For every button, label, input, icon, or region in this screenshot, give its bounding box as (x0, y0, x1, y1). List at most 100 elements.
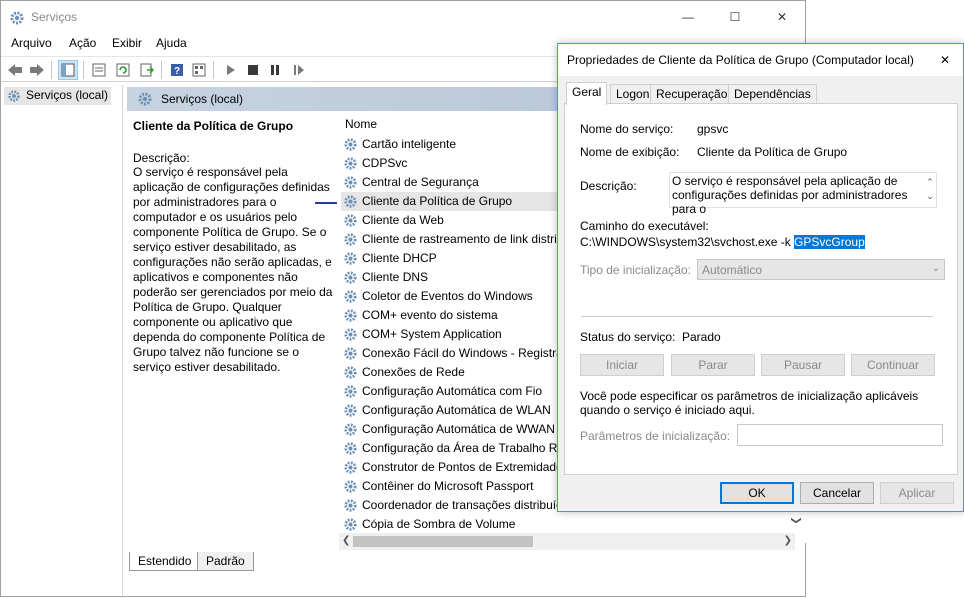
tree-item-services-local[interactable]: Serviços (local) (4, 87, 112, 105)
gear-icon (344, 252, 357, 265)
gear-icon (344, 138, 357, 151)
gear-icon (344, 385, 357, 398)
close-icon: ✕ (776, 10, 788, 24)
startup-type-label: Tipo de inicialização: (580, 263, 691, 277)
minimize-button[interactable]: — (665, 1, 711, 33)
service-name: Cópia de Sombra de Volume (362, 517, 516, 531)
cancel-button[interactable]: Cancelar (800, 482, 874, 504)
ok-button[interactable]: OK (720, 482, 794, 504)
view-icon[interactable] (189, 60, 209, 80)
scroll-down-icon[interactable]: ⌄ (925, 189, 935, 203)
minimize-icon: — (682, 10, 694, 24)
gear-icon (344, 423, 357, 436)
forward-icon[interactable] (27, 60, 47, 80)
horizontal-scrollbar[interactable]: ❮ ❯ (339, 533, 795, 550)
apply-button[interactable]: Aplicar (880, 482, 954, 504)
dialog-title-bar: Propriedades de Cliente da Política de G… (558, 44, 963, 76)
pause-icon[interactable] (265, 60, 285, 80)
scroll-thumb[interactable] (353, 536, 533, 547)
service-name: Configuração Automática com Fio (362, 384, 543, 398)
tab-geral[interactable]: Geral (566, 82, 608, 105)
gear-icon (344, 461, 357, 474)
general-tab-panel: Nome do serviço: gpsvc Nome de exibição:… (564, 103, 958, 475)
tab-logon[interactable]: Logon (610, 84, 656, 104)
gear-icon (344, 271, 357, 284)
gear-icon (344, 480, 357, 493)
exe-path-prefix: C:\WINDOWS\system32\svchost.exe -k (580, 235, 795, 249)
properties-icon[interactable] (89, 60, 109, 80)
start-button[interactable]: Iniciar (580, 354, 664, 376)
menu-arquivo[interactable]: Arquivo (11, 36, 52, 50)
tab-recuperacao[interactable]: Recuperação (650, 84, 734, 104)
service-name: Cliente DHCP (362, 251, 437, 265)
gear-icon (8, 90, 20, 102)
menu-exibir[interactable]: Exibir (112, 36, 142, 50)
params-input[interactable] (737, 424, 943, 446)
service-name: Configuração Automática de WLAN (362, 403, 551, 417)
stop-icon[interactable] (243, 60, 263, 80)
restart-icon[interactable] (289, 60, 309, 80)
tab-padrao[interactable]: Padrão (197, 552, 254, 571)
service-row[interactable]: Cópia de Sombra de Volume (341, 515, 801, 534)
dialog-close-button[interactable]: ✕ (927, 44, 963, 76)
description-box[interactable]: O serviço é responsável pela aplicação d… (669, 172, 937, 216)
refresh-icon[interactable] (113, 60, 133, 80)
gear-icon (344, 214, 357, 227)
properties-dialog: Propriedades de Cliente da Política de G… (557, 43, 964, 512)
maximize-button[interactable]: ☐ (712, 1, 758, 33)
exe-path-value[interactable]: C:\WINDOWS\system32\svchost.exe -k GPSvc… (580, 235, 865, 249)
scroll-up-icon[interactable]: ⌃ (925, 175, 935, 189)
stop-button[interactable]: Parar (671, 354, 755, 376)
show-tree-icon[interactable] (58, 60, 78, 80)
description-value: O serviço é responsável pela aplicação d… (672, 174, 908, 216)
dialog-title: Propriedades de Cliente da Política de G… (567, 53, 914, 67)
title-bar: Serviços — ☐ ✕ (1, 1, 805, 33)
service-name: Configuração Automática de WWAN (362, 422, 555, 436)
gear-icon (344, 309, 357, 322)
service-name: Conexão Fácil do Windows - Registrador (362, 346, 581, 360)
pause-button[interactable]: Pausar (761, 354, 845, 376)
gear-icon (344, 233, 357, 246)
menu-ajuda[interactable]: Ajuda (156, 36, 187, 50)
service-name: Construtor de Pontos de Extremidade (362, 460, 563, 474)
start-icon[interactable] (221, 60, 241, 80)
services-gear-icon (10, 11, 24, 25)
startup-type-value: Automático (702, 263, 763, 277)
gear-icon (138, 92, 152, 106)
tree-item-label: Serviços (local) (26, 88, 109, 102)
scroll-right-icon[interactable]: ❯ (784, 535, 792, 546)
export-icon[interactable] (137, 60, 157, 80)
scroll-down-icon[interactable]: ❯ (787, 515, 805, 531)
service-title: Cliente da Política de Grupo (133, 119, 294, 133)
description-label: Descrição: (133, 151, 190, 165)
service-name: Cliente de rastreamento de link distribu… (362, 232, 587, 246)
service-name: Contêiner do Microsoft Passport (362, 479, 534, 493)
menu-acao[interactable]: Ação (69, 36, 96, 50)
tab-estendido[interactable]: Estendido (129, 552, 201, 571)
service-name: Central de Segurança (362, 175, 479, 189)
selection-connector (315, 202, 337, 204)
divider (581, 316, 933, 317)
description-label: Descrição: (580, 179, 637, 193)
help-icon[interactable]: ? (167, 60, 187, 80)
exe-path-selection: GPSvcGroup (794, 235, 865, 249)
column-header-name[interactable]: Nome (345, 117, 377, 131)
startup-type-select[interactable]: Automático ⌄ (697, 259, 945, 280)
service-name: Cliente DNS (362, 270, 429, 284)
service-status-label: Status do serviço: (580, 330, 676, 344)
gear-icon (344, 195, 357, 208)
gear-icon (344, 366, 357, 379)
tree-pane: Serviços (local) (1, 85, 123, 598)
service-name: Coordenador de transações distribuídas (362, 498, 576, 512)
gear-icon (344, 328, 357, 341)
service-status-value: Parado (682, 330, 721, 344)
continue-button[interactable]: Continuar (851, 354, 935, 376)
description-scroll[interactable]: ⌃ ⌄ (925, 175, 935, 203)
close-button[interactable]: ✕ (759, 1, 805, 33)
service-name: COM+ evento do sistema (362, 308, 498, 322)
back-icon[interactable] (5, 60, 25, 80)
scroll-left-icon[interactable]: ❮ (342, 535, 350, 546)
service-name: Cartão inteligente (362, 137, 457, 151)
tab-dependencias[interactable]: Dependências (728, 84, 817, 104)
window-title: Serviços (31, 10, 78, 24)
